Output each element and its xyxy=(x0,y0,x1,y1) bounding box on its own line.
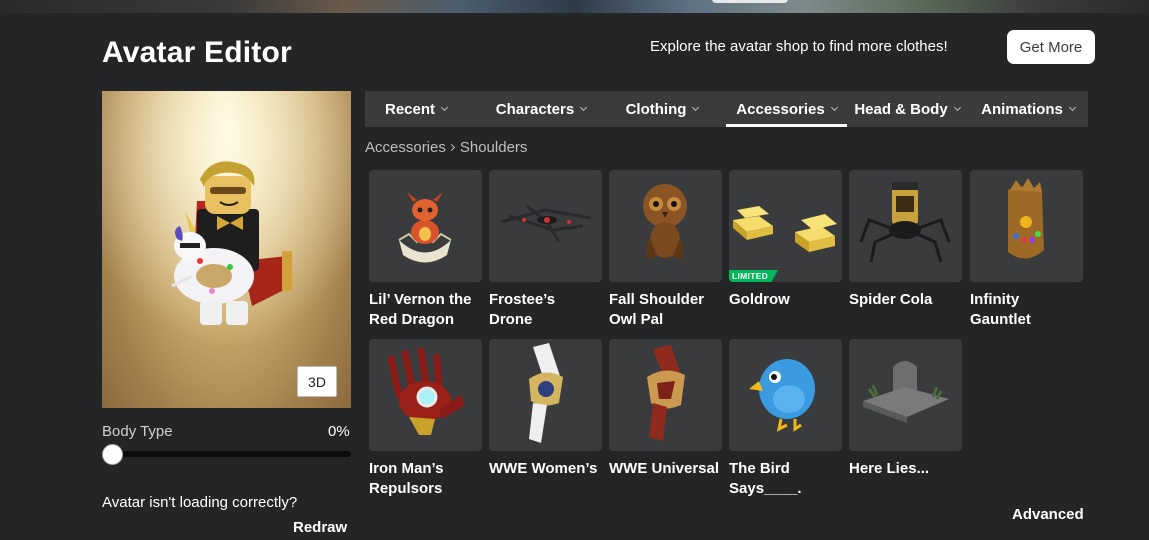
drone-icon xyxy=(500,204,592,243)
item-card[interactable]: WWE Universal xyxy=(609,339,722,479)
tab-label: Accessories xyxy=(736,100,825,118)
tab-label: Animations xyxy=(981,100,1063,118)
item-thumbnail xyxy=(369,339,482,451)
breadcrumb: Accessories Shoulders xyxy=(365,139,527,156)
item-card[interactable]: Here Lies... xyxy=(849,339,962,479)
promo-text: Explore the avatar shop to find more clo… xyxy=(650,38,948,55)
owl-icon xyxy=(643,184,687,260)
item-thumbnail xyxy=(849,170,962,282)
spider-cola-icon xyxy=(859,182,951,263)
avatar-loading-question: Avatar isn't loading correctly? xyxy=(102,494,298,511)
item-name: The Bird Says____. xyxy=(729,460,802,497)
item-card[interactable]: LIMITED Goldrow xyxy=(729,170,842,310)
item-thumbnail: LIMITED xyxy=(729,170,842,282)
avatar-preview[interactable] xyxy=(102,91,351,408)
tab-label: Characters xyxy=(495,100,575,118)
body-type-value: 0% xyxy=(328,423,350,440)
item-name: Here Lies... xyxy=(849,460,930,477)
tombstone-icon xyxy=(863,361,949,423)
tab-clothing[interactable]: Clothing xyxy=(615,91,709,127)
tab-head-body[interactable]: Head & Body xyxy=(847,91,967,127)
item-thumbnail xyxy=(489,339,602,451)
chevron-down-icon xyxy=(830,103,838,111)
category-tab-bar: Recent Characters Clothing Accessories H… xyxy=(365,91,1088,127)
item-name: Goldrow xyxy=(729,291,790,308)
item-thumbnail xyxy=(729,339,842,451)
tab-label: Clothing xyxy=(625,100,687,118)
toggle-3d-button[interactable]: 3D xyxy=(297,366,337,397)
gauntlet-icon xyxy=(1008,178,1044,259)
item-card[interactable]: Frostee’s Drone xyxy=(489,170,602,330)
championship-belt-icon xyxy=(647,345,685,441)
item-name: Infinity Gauntlet xyxy=(970,291,1031,328)
blue-bird-icon xyxy=(749,359,815,432)
item-name: Spider Cola xyxy=(849,291,933,308)
chevron-down-icon xyxy=(440,103,449,111)
avatar-figure-icon xyxy=(102,91,351,408)
chevron-down-icon xyxy=(580,103,588,111)
item-thumbnail xyxy=(369,170,482,282)
banner-pill xyxy=(712,0,788,3)
tab-recent[interactable]: Recent xyxy=(365,91,467,127)
item-thumbnail xyxy=(970,170,1083,282)
item-thumbnail xyxy=(489,170,602,282)
chevron-down-icon xyxy=(953,103,961,111)
body-type-slider-thumb[interactable] xyxy=(102,444,123,465)
item-name: Frostee’s Drone xyxy=(489,291,556,328)
item-name: WWE Universal xyxy=(609,460,720,477)
redraw-button[interactable]: Redraw xyxy=(293,519,347,536)
chevron-down-icon xyxy=(692,103,700,111)
body-type-slider-track[interactable] xyxy=(102,451,351,457)
breadcrumb-current: Shoulders xyxy=(459,139,528,156)
item-thumbnail xyxy=(849,339,962,451)
item-card[interactable]: The Bird Says____. xyxy=(729,339,842,499)
breadcrumb-parent-link[interactable]: Accessories xyxy=(365,139,446,156)
get-more-button[interactable]: Get More xyxy=(1007,30,1095,64)
gold-bars-icon xyxy=(733,206,837,252)
item-card[interactable]: Iron Man’s Repulsors xyxy=(369,339,482,499)
item-card[interactable]: Fall Shoulder Owl Pal xyxy=(609,170,722,330)
top-banner-strip xyxy=(0,0,1149,13)
championship-belt-icon xyxy=(529,343,563,443)
item-thumbnail xyxy=(609,170,722,282)
item-name: WWE Women’s xyxy=(489,460,598,477)
limited-badge: LIMITED xyxy=(729,270,779,282)
item-card[interactable]: Lil’ Vernon the Red Dragon xyxy=(369,170,482,330)
tab-label: Recent xyxy=(384,100,436,118)
item-card[interactable]: Spider Cola xyxy=(849,170,962,310)
page-title: Avatar Editor xyxy=(102,36,292,69)
tab-animations[interactable]: Animations xyxy=(973,91,1083,127)
item-thumbnail xyxy=(609,339,722,451)
item-name: Lil’ Vernon the Red Dragon xyxy=(369,291,472,328)
item-name: Fall Shoulder Owl Pal xyxy=(609,291,705,328)
advanced-button[interactable]: Advanced xyxy=(1012,506,1084,523)
repulsor-glove-icon xyxy=(387,347,465,435)
chevron-right-icon xyxy=(447,143,455,152)
item-card[interactable]: Infinity Gauntlet xyxy=(970,170,1083,330)
body-type-label: Body Type xyxy=(102,423,173,440)
chevron-down-icon xyxy=(1068,103,1076,111)
tab-label: Head & Body xyxy=(854,100,948,118)
tab-characters[interactable]: Characters xyxy=(487,91,595,127)
item-card[interactable]: WWE Women’s xyxy=(489,339,602,479)
item-name: Iron Man’s Repulsors xyxy=(369,460,444,497)
red-dragon-icon xyxy=(398,192,452,263)
tab-accessories[interactable]: Accessories xyxy=(726,91,847,127)
